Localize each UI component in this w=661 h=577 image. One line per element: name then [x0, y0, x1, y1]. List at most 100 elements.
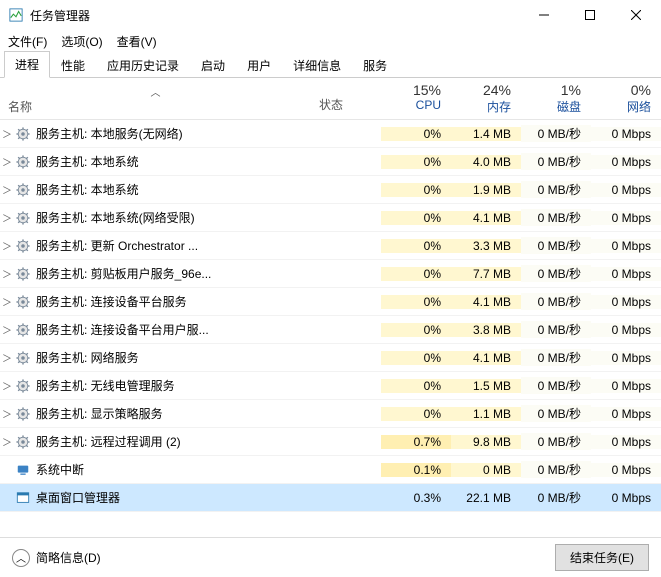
cpu-cell: 0% — [381, 211, 451, 225]
network-cell: 0 Mbps — [591, 463, 661, 477]
network-cell: 0 Mbps — [591, 407, 661, 421]
column-status[interactable]: 状态 — [311, 78, 381, 119]
window-title: 任务管理器 — [30, 7, 521, 24]
tab-0[interactable]: 进程 — [4, 51, 50, 78]
memory-cell: 7.7 MB — [451, 267, 521, 281]
cpu-cell: 0.3% — [381, 491, 451, 505]
expand-icon[interactable]: ＞ — [0, 238, 14, 253]
process-icon — [14, 323, 32, 337]
expand-icon[interactable]: ＞ — [0, 322, 14, 337]
cpu-cell: 0.7% — [381, 435, 451, 449]
network-cell: 0 Mbps — [591, 435, 661, 449]
minimize-button[interactable] — [521, 0, 567, 30]
process-row[interactable]: ＞服务主机: 剪贴板用户服务_96e...0%7.7 MB0 MB/秒0 Mbp… — [0, 260, 661, 288]
task-manager-icon — [9, 8, 23, 22]
menu-file[interactable]: 文件(F) — [8, 33, 47, 50]
gear-icon — [16, 239, 30, 253]
menu-view[interactable]: 查看(V) — [117, 33, 157, 50]
fewer-details-button[interactable]: ︿ 简略信息(D) — [12, 549, 101, 567]
memory-cell: 1.5 MB — [451, 379, 521, 393]
gear-icon — [16, 351, 30, 365]
network-cell: 0 Mbps — [591, 267, 661, 281]
process-icon — [14, 295, 32, 309]
gear-icon — [16, 211, 30, 225]
cpu-cell: 0% — [381, 379, 451, 393]
close-button[interactable] — [613, 0, 659, 30]
process-row[interactable]: ＞服务主机: 本地系统(网络受限)0%4.1 MB0 MB/秒0 Mbps — [0, 204, 661, 232]
maximize-button[interactable] — [567, 0, 613, 30]
process-row[interactable]: ＞ 服务主机: 远程过程调用 (2)0.7%9.8 MB0 MB/秒0 Mbps — [0, 428, 661, 456]
process-icon — [14, 155, 32, 169]
disk-cell: 0 MB/秒 — [521, 265, 591, 282]
process-row[interactable]: ＞服务主机: 本地系统0%4.0 MB0 MB/秒0 Mbps — [0, 148, 661, 176]
expand-icon[interactable]: ＞ — [0, 266, 14, 281]
footer: ︿ 简略信息(D) 结束任务(E) — [0, 537, 661, 577]
process-row[interactable]: ＞服务主机: 本地服务(无网络)0%1.4 MB0 MB/秒0 Mbps — [0, 120, 661, 148]
app-icon — [8, 7, 24, 23]
memory-cell: 1.4 MB — [451, 127, 521, 141]
network-cell: 0 Mbps — [591, 351, 661, 365]
memory-cell: 4.1 MB — [451, 295, 521, 309]
process-name: 服务主机: 远程过程调用 (2) — [32, 433, 381, 450]
disk-cell: 0 MB/秒 — [521, 125, 591, 142]
cpu-cell: 0.1% — [381, 463, 451, 477]
process-icon — [14, 435, 32, 449]
disk-cell: 0 MB/秒 — [521, 237, 591, 254]
disk-cell: 0 MB/秒 — [521, 181, 591, 198]
expand-icon[interactable]: ＞ — [0, 378, 14, 393]
gear-icon — [16, 127, 30, 141]
cpu-cell: 0% — [381, 351, 451, 365]
memory-cell: 9.8 MB — [451, 435, 521, 449]
column-name[interactable]: ︿ 名称 — [0, 78, 311, 119]
process-name: 服务主机: 本地系统(网络受限) — [32, 209, 381, 226]
column-cpu[interactable]: 15% CPU — [381, 78, 451, 119]
expand-icon[interactable]: ＞ — [0, 210, 14, 225]
tab-1[interactable]: 性能 — [50, 52, 96, 78]
tab-2[interactable]: 应用历史记录 — [96, 52, 190, 78]
expand-icon[interactable]: ＞ — [0, 406, 14, 421]
expand-icon[interactable]: ＞ — [0, 350, 14, 365]
process-icon — [14, 183, 32, 197]
process-row[interactable]: ＞服务主机: 本地系统0%1.9 MB0 MB/秒0 Mbps — [0, 176, 661, 204]
tab-3[interactable]: 启动 — [190, 52, 236, 78]
process-row[interactable]: ＞服务主机: 连接设备平台服务0%4.1 MB0 MB/秒0 Mbps — [0, 288, 661, 316]
column-network[interactable]: 0% 网络 — [591, 78, 661, 119]
disk-cell: 0 MB/秒 — [521, 349, 591, 366]
window-icon — [16, 491, 30, 505]
menu-options[interactable]: 选项(O) — [61, 33, 102, 50]
tab-6[interactable]: 服务 — [352, 52, 398, 78]
process-row[interactable]: ＞服务主机: 更新 Orchestrator ...0%3.3 MB0 MB/秒… — [0, 232, 661, 260]
process-name: 服务主机: 本地系统 — [32, 181, 381, 198]
expand-icon[interactable]: ＞ — [0, 154, 14, 169]
disk-cell: 0 MB/秒 — [521, 153, 591, 170]
process-row[interactable]: ＞服务主机: 显示策略服务0%1.1 MB0 MB/秒0 Mbps — [0, 400, 661, 428]
network-cell: 0 Mbps — [591, 239, 661, 253]
process-row[interactable]: ＞服务主机: 连接设备平台用户服...0%3.8 MB0 MB/秒0 Mbps — [0, 316, 661, 344]
process-row[interactable]: ＞桌面窗口管理器0.3%22.1 MB0 MB/秒0 Mbps — [0, 484, 661, 512]
window-buttons — [521, 0, 659, 30]
column-memory[interactable]: 24% 内存 — [451, 78, 521, 119]
process-row[interactable]: ＞服务主机: 无线电管理服务0%1.5 MB0 MB/秒0 Mbps — [0, 372, 661, 400]
cpu-cell: 0% — [381, 295, 451, 309]
column-disk[interactable]: 1% 磁盘 — [521, 78, 591, 119]
memory-cell: 1.1 MB — [451, 407, 521, 421]
gear-icon — [16, 379, 30, 393]
tab-4[interactable]: 用户 — [236, 52, 282, 78]
process-name: 服务主机: 更新 Orchestrator ... — [32, 237, 381, 254]
gear-icon — [16, 435, 30, 449]
process-name: 服务主机: 本地服务(无网络) — [32, 125, 381, 142]
tab-5[interactable]: 详细信息 — [282, 52, 352, 78]
disk-cell: 0 MB/秒 — [521, 489, 591, 506]
disk-cell: 0 MB/秒 — [521, 461, 591, 478]
disk-cell: 0 MB/秒 — [521, 433, 591, 450]
process-row[interactable]: ＞服务主机: 网络服务0%4.1 MB0 MB/秒0 Mbps — [0, 344, 661, 372]
expand-icon[interactable]: ＞ — [0, 126, 14, 141]
end-task-button[interactable]: 结束任务(E) — [555, 544, 649, 571]
expand-icon[interactable]: ＞ — [0, 182, 14, 197]
expand-icon[interactable]: ＞ — [0, 434, 14, 449]
process-row[interactable]: ＞系统中断0.1%0 MB0 MB/秒0 Mbps — [0, 456, 661, 484]
chevron-up-icon: ︿ — [12, 549, 30, 567]
process-list[interactable]: ＞服务主机: 本地服务(无网络)0%1.4 MB0 MB/秒0 Mbps＞服务主… — [0, 120, 661, 537]
expand-icon[interactable]: ＞ — [0, 294, 14, 309]
cpu-cell: 0% — [381, 267, 451, 281]
